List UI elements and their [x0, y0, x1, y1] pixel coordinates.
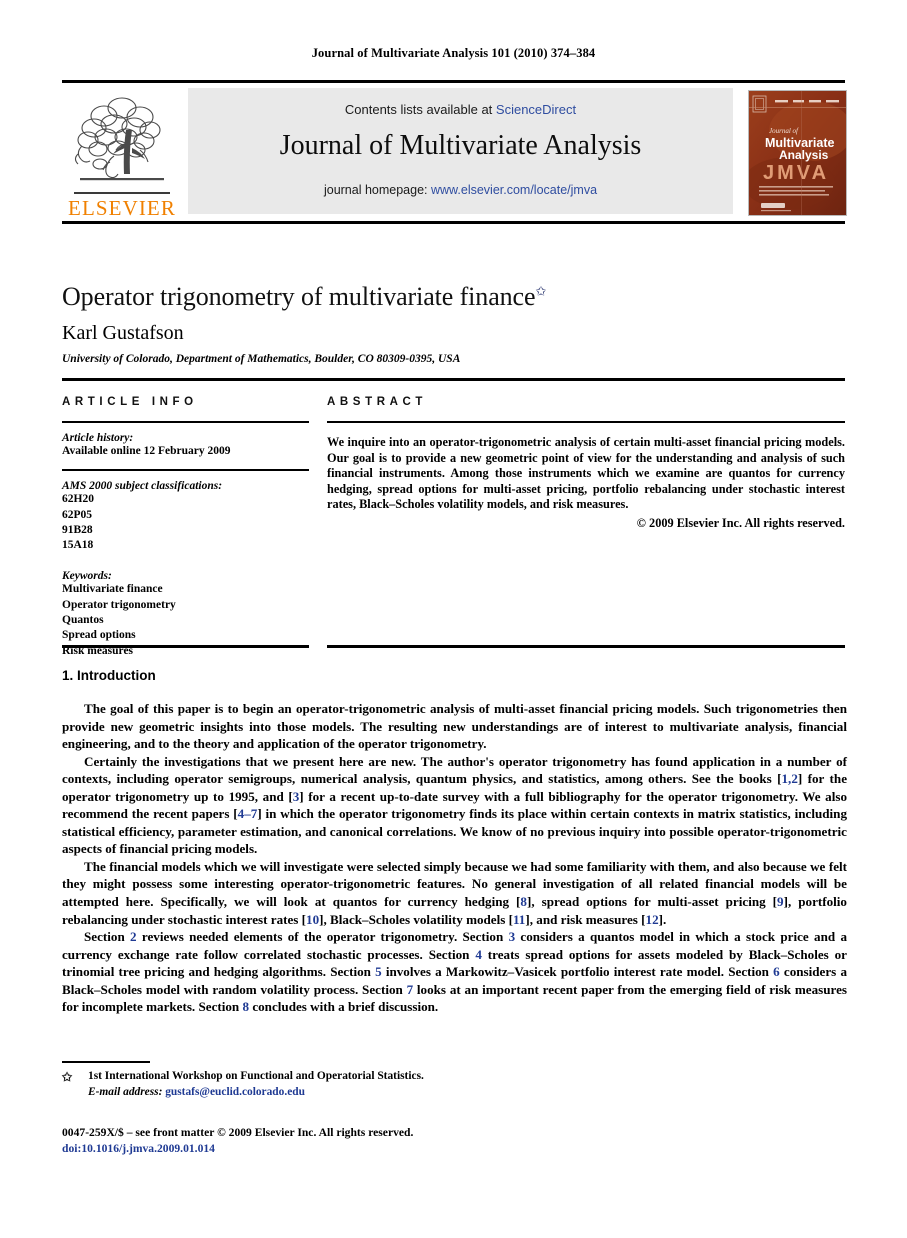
- journal-masthead: ELSEVIER Contents lists available at Sci…: [62, 80, 847, 224]
- keyword-item: Spread options: [62, 629, 136, 642]
- sciencedirect-link[interactable]: ScienceDirect: [496, 102, 576, 117]
- abstract-heading: ABSTRACT: [327, 396, 428, 408]
- article-info-heading: ARTICLE INFO: [62, 396, 198, 408]
- msc-code: 91B28: [62, 523, 93, 536]
- colophon: 0047-259X/$ – see front matter © 2009 El…: [62, 1125, 662, 1157]
- section-link[interactable]: 4: [475, 947, 482, 962]
- section-link[interactable]: 6: [773, 964, 780, 979]
- journal-cover-art: Journal of Multivariate Analysis JMVA: [749, 91, 846, 215]
- email-label: E-mail address:: [88, 1085, 163, 1098]
- msc-group: AMS 2000 subject classifications: 62H20 …: [62, 480, 309, 553]
- front-matter-line: 0047-259X/$ – see front matter © 2009 El…: [62, 1126, 414, 1139]
- journal-banner: Contents lists available at ScienceDirec…: [188, 88, 733, 214]
- homepage-prefix: journal homepage:: [323, 183, 431, 197]
- author-name: Karl Gustafson: [62, 322, 184, 344]
- elsevier-tree-icon: [74, 97, 164, 181]
- citation-link[interactable]: 10: [306, 912, 319, 927]
- msc-code: 62H20: [62, 493, 94, 506]
- svg-text:Analysis: Analysis: [779, 148, 829, 162]
- section-link[interactable]: 8: [243, 999, 250, 1014]
- author-affiliation: University of Colorado, Department of Ma…: [62, 353, 461, 365]
- abstract-copyright: © 2009 Elsevier Inc. All rights reserved…: [636, 515, 845, 530]
- masthead-top-rule: [62, 80, 845, 83]
- keywords-label: Keywords:: [62, 570, 112, 583]
- section-heading-introduction: 1. Introduction: [62, 668, 156, 683]
- section-link[interactable]: 5: [375, 964, 382, 979]
- email-link[interactable]: gustafs@euclid.colorado.edu: [165, 1086, 305, 1098]
- citation-link[interactable]: 4–7: [238, 806, 258, 821]
- keyword-item: Quantos: [62, 614, 104, 627]
- section-link[interactable]: 3: [509, 929, 516, 944]
- page-title: Operator trigonometry of multivariate fi…: [62, 282, 762, 312]
- svg-text:JMVA: JMVA: [763, 162, 829, 184]
- paragraph: Section 2 reviews needed elements of the…: [62, 929, 847, 1015]
- citation-link[interactable]: 3: [293, 789, 300, 804]
- abstract-column: ABSTRACT We inquire into an operator-tri…: [327, 396, 845, 531]
- paragraph: Certainly the investigations that we pre…: [62, 753, 848, 857]
- article-history-label: Article history:: [62, 432, 134, 444]
- svg-text:Journal of: Journal of: [769, 127, 799, 135]
- citation-link[interactable]: 9: [777, 894, 784, 909]
- article-info-rule: [62, 421, 309, 423]
- msc-label: AMS 2000 subject classifications:: [62, 480, 223, 493]
- article-history-group: Article history: Available online 12 Feb…: [62, 432, 309, 459]
- journal-title: Journal of Multivariate Analysis: [279, 130, 642, 161]
- footnote-text: 1st International Workshop on Functional…: [88, 1070, 424, 1082]
- abstract-bottom-rule: [327, 645, 845, 648]
- footnote-rule: [62, 1061, 150, 1063]
- abstract-rule: [327, 421, 845, 423]
- journal-homepage-link[interactable]: www.elsevier.com/locate/jmva: [431, 183, 597, 197]
- paragraph: The financial models which we will inves…: [62, 858, 847, 927]
- citation-link[interactable]: 11: [513, 912, 525, 927]
- msc-code: 62P05: [62, 508, 93, 521]
- article-page: Journal of Multivariate Analysis 101 (20…: [0, 0, 907, 1238]
- info-bottom-rule: [62, 645, 309, 648]
- running-head: Journal of Multivariate Analysis 101 (20…: [311, 46, 596, 60]
- journal-cover-thumbnail[interactable]: Journal of Multivariate Analysis JMVA: [748, 90, 847, 216]
- masthead-bottom-rule: [62, 221, 845, 224]
- elsevier-wordmark: ELSEVIER: [68, 196, 176, 220]
- citation-link[interactable]: 1,2: [782, 771, 798, 786]
- title-bottom-rule: [62, 378, 845, 381]
- footnote-email-line: E-mail address: gustafs@euclid.colorado.…: [62, 1085, 562, 1101]
- article-history-value: Available online 12 February 2009: [62, 445, 231, 457]
- citation-link[interactable]: 8: [520, 894, 527, 909]
- title-text: Operator trigonometry of multivariate fi…: [62, 282, 536, 311]
- section-body: The goal of this paper is to begin an op…: [62, 700, 847, 1016]
- contents-lists-prefix: Contents lists available at: [344, 102, 496, 117]
- footnote-marker-icon: ✩: [62, 1070, 73, 1084]
- article-info-rule-2: [62, 469, 309, 472]
- footnote-block: ✩ 1st International Workshop on Function…: [62, 1069, 562, 1100]
- section-link[interactable]: 2: [130, 929, 137, 944]
- journal-homepage-line: journal homepage: www.elsevier.com/locat…: [188, 183, 733, 197]
- title-footnote-marker[interactable]: ✩: [535, 283, 546, 298]
- citation-link[interactable]: 12: [646, 912, 659, 927]
- elsevier-logo: ELSEVIER: [62, 88, 182, 220]
- msc-code: 15A18: [62, 539, 94, 552]
- abstract-body: We inquire into an operator-trigonometri…: [327, 435, 845, 512]
- keyword-item: Multivariate finance: [62, 583, 163, 596]
- keyword-item: Operator trigonometry: [62, 598, 176, 611]
- paragraph: The goal of this paper is to begin an op…: [62, 701, 847, 752]
- contents-lists-line: Contents lists available at ScienceDirec…: [188, 102, 733, 117]
- elsevier-logo-rule: [74, 192, 170, 194]
- article-info-column: ARTICLE INFO Article history: Available …: [62, 396, 309, 659]
- doi-link[interactable]: doi:10.1016/j.jmva.2009.01.014: [62, 1141, 662, 1157]
- section-link[interactable]: 7: [407, 982, 414, 997]
